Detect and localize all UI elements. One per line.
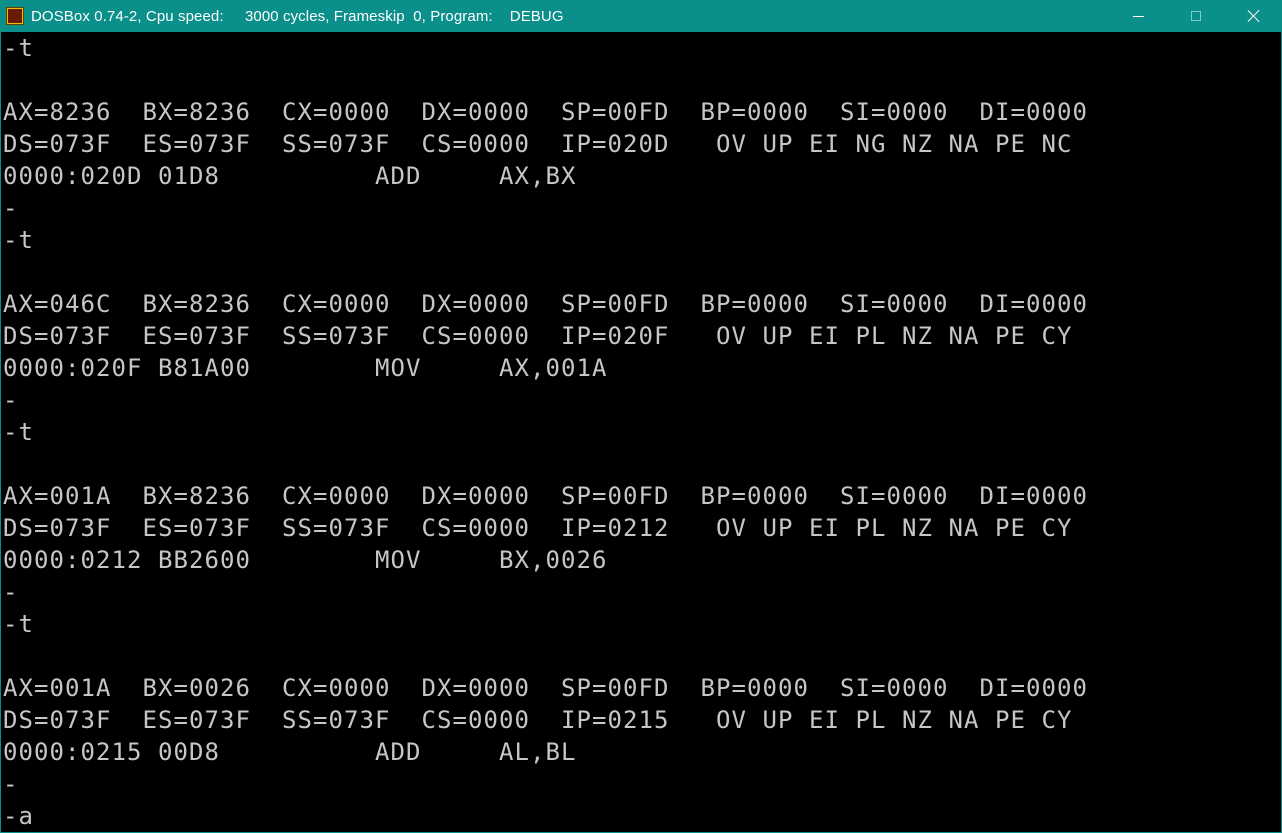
console-line: - — [3, 194, 19, 222]
close-button[interactable] — [1225, 0, 1281, 32]
dosbox-window: DOSBox 0.74-2, Cpu speed: 3000 cycles, F… — [0, 0, 1282, 833]
minimize-button[interactable] — [1109, 0, 1167, 32]
console-line: AX=001A BX=0026 CX=0000 DX=0000 SP=00FD … — [3, 674, 1088, 702]
dos-console[interactable]: -t AX=8236 BX=8236 CX=0000 DX=0000 SP=00F… — [3, 32, 1279, 832]
console-line: DS=073F ES=073F SS=073F CS=0000 IP=0212 … — [3, 514, 1073, 542]
console-line: 0000:020F B81A00 MOV AX,001A — [3, 354, 608, 382]
console-line: AX=046C BX=8236 CX=0000 DX=0000 SP=00FD … — [3, 290, 1088, 318]
console-line: DS=073F ES=073F SS=073F CS=0000 IP=020F … — [3, 322, 1073, 350]
window-title: DOSBox 0.74-2, Cpu speed: 3000 cycles, F… — [31, 7, 564, 25]
console-line: -t — [3, 34, 34, 62]
console-line: -t — [3, 418, 34, 446]
console-line: 0000:0215 00D8 ADD AL,BL — [3, 738, 577, 766]
close-icon — [1247, 9, 1261, 23]
console-line: DS=073F ES=073F SS=073F CS=0000 IP=020D … — [3, 130, 1073, 158]
title-bar[interactable]: DOSBox 0.74-2, Cpu speed: 3000 cycles, F… — [1, 0, 1281, 32]
minimize-icon — [1132, 15, 1144, 17]
console-line: -t — [3, 226, 34, 254]
console-line: 0000:0212 BB2600 MOV BX,0026 — [3, 546, 608, 574]
console-line: -a — [3, 802, 34, 830]
console-line: AX=8236 BX=8236 CX=0000 DX=0000 SP=00FD … — [3, 98, 1088, 126]
console-line: AX=001A BX=8236 CX=0000 DX=0000 SP=00FD … — [3, 482, 1088, 510]
dosbox-icon[interactable] — [6, 7, 24, 25]
maximize-icon — [1191, 11, 1201, 21]
console-line: DS=073F ES=073F SS=073F CS=0000 IP=0215 … — [3, 706, 1073, 734]
console-line: - — [3, 578, 19, 606]
console-line: 0000:020D 01D8 ADD AX,BX — [3, 162, 577, 190]
console-line: -t — [3, 610, 34, 638]
console-line: - — [3, 770, 19, 798]
console-line: - — [3, 386, 19, 414]
maximize-button[interactable] — [1167, 0, 1225, 32]
